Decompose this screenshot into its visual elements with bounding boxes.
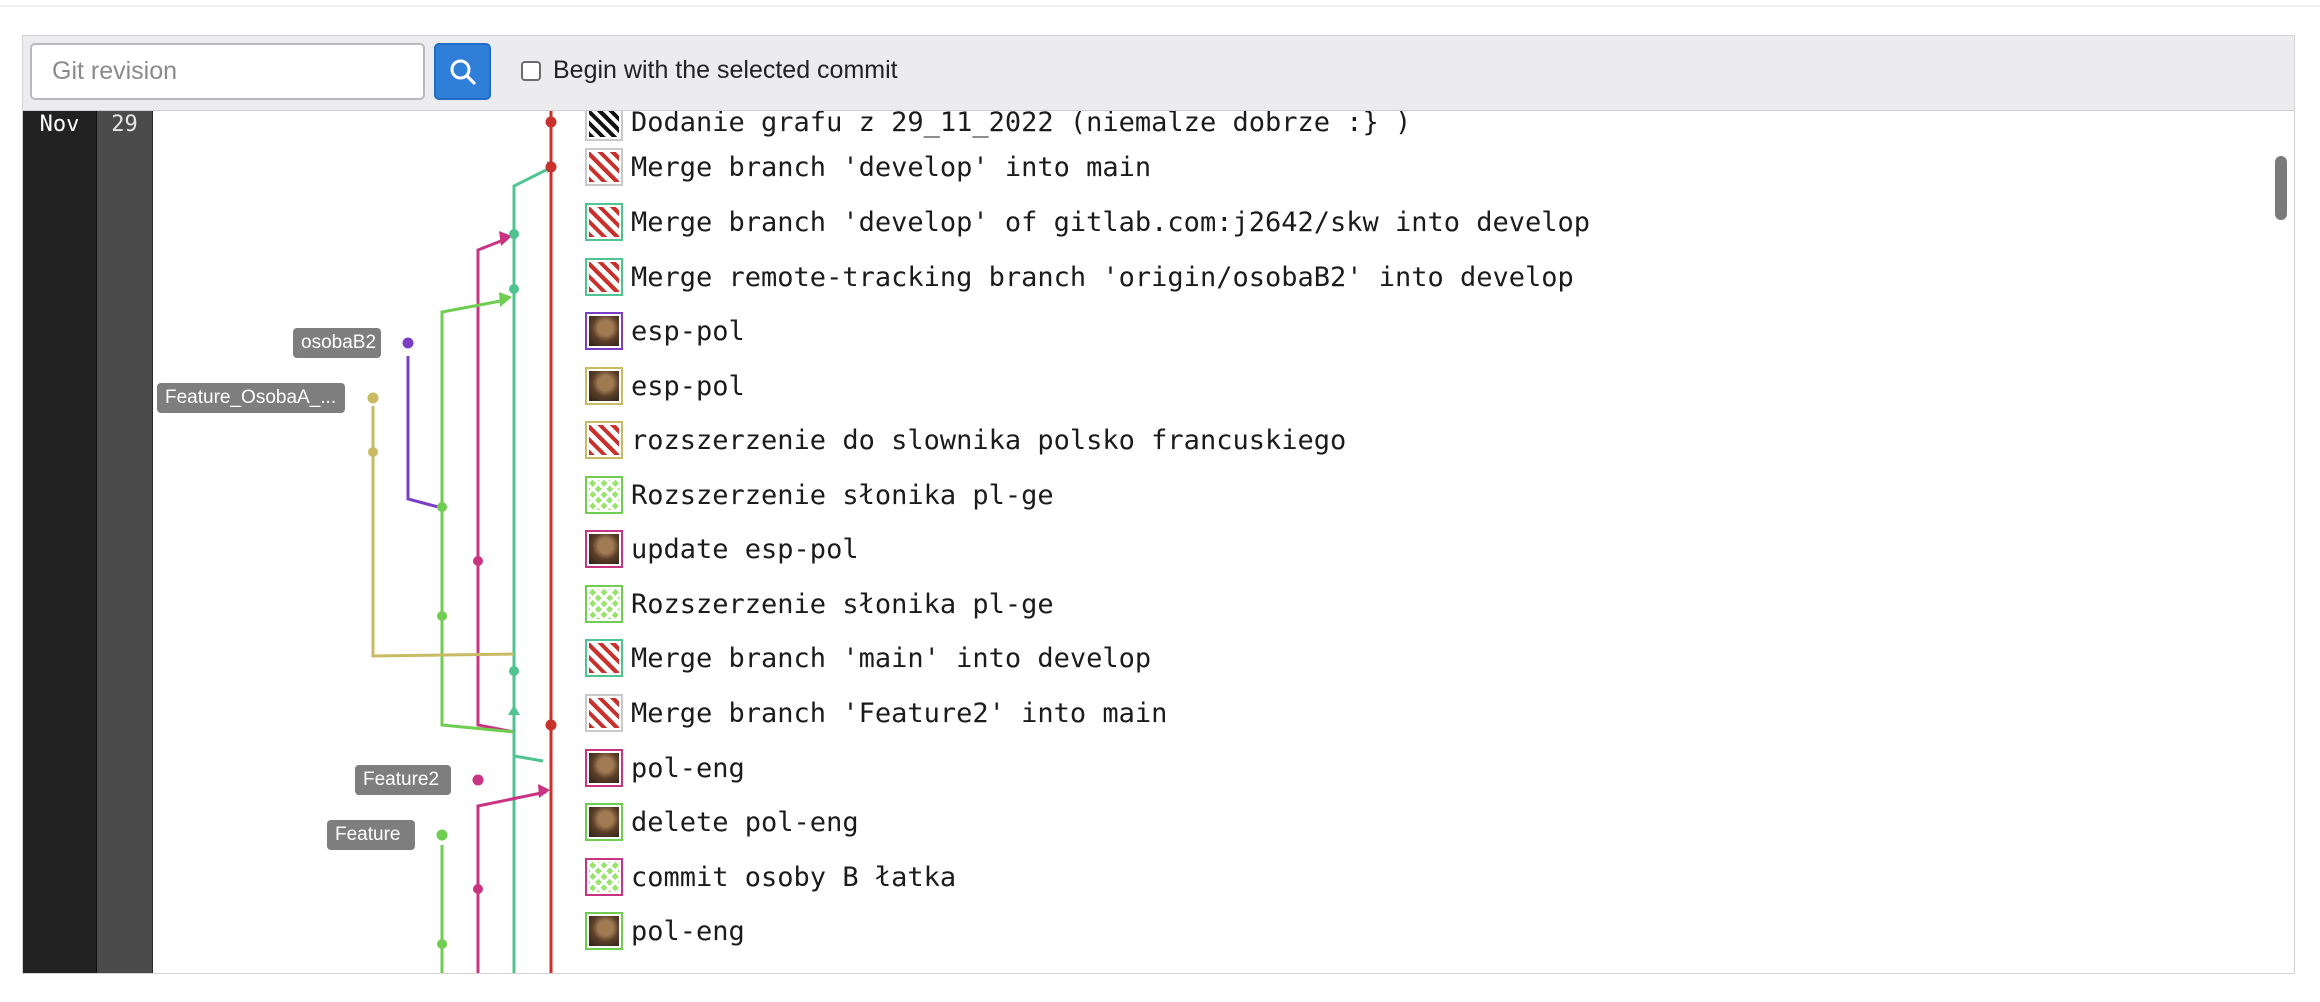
commit-graph-panel: Begin with the selected commit Nov 29: [22, 35, 2295, 974]
commit-dot: [402, 337, 414, 349]
commit-dot: [545, 116, 557, 128]
commit-message: Merge branch 'develop' of gitlab.com:j26…: [631, 206, 1591, 238]
commit-row[interactable]: pol-eng: [585, 904, 745, 958]
commit-message: esp-pol: [631, 315, 745, 347]
commit-message: pol-eng: [631, 915, 745, 947]
commit-dot: [509, 666, 519, 676]
author-avatar: [585, 912, 623, 950]
commit-row[interactable]: esp-pol: [585, 304, 745, 358]
commit-row[interactable]: Rozszerzenie słonika pl-ge: [585, 468, 1054, 522]
arrow-green: [499, 292, 512, 307]
commit-message: rozszerzenie do slownika polsko francusk…: [631, 424, 1347, 456]
branch-tag-osobab2[interactable]: osobaB2: [293, 328, 381, 358]
branch-graph: [367, 111, 557, 973]
commit-row[interactable]: rozszerzenie do slownika polsko francusk…: [585, 413, 1346, 467]
author-avatar: [585, 530, 623, 568]
commit-message: Merge remote-tracking branch 'origin/oso…: [631, 261, 1574, 293]
arrow-feature2: [538, 784, 550, 798]
commit-dot: [472, 774, 484, 786]
vertical-scrollbar-thumb[interactable]: [2275, 156, 2287, 220]
commit-message: Merge branch 'Feature2' into main: [631, 697, 1168, 729]
commit-dot: [368, 447, 378, 457]
toolbar: Begin with the selected commit: [23, 36, 2294, 111]
author-avatar: [585, 258, 623, 296]
commit-dot: [473, 884, 483, 894]
commit-dot: [509, 284, 519, 294]
arrow-main-develop: [508, 705, 520, 715]
commit-row[interactable]: Rozszerzenie słonika pl-ge: [585, 577, 1054, 631]
branch-tag-feature[interactable]: Feature: [327, 820, 415, 850]
commit-dot: [545, 719, 557, 731]
commit-dot: [437, 939, 447, 949]
commit-dot: [437, 502, 447, 512]
author-avatar: [585, 148, 623, 186]
commit-message: Dodanie grafu z 29_11_2022 (niemalze dob…: [631, 111, 1412, 138]
commit-row[interactable]: Merge remote-tracking branch 'origin/oso…: [585, 250, 1574, 304]
commit-row[interactable]: update esp-pol: [585, 522, 859, 576]
top-divider: [0, 5, 2320, 7]
branch-line-magenta: [476, 237, 515, 734]
commit-message: Merge branch 'main' into develop: [631, 642, 1152, 674]
author-avatar: [585, 858, 623, 896]
commit-row[interactable]: commit osoby B łatka: [585, 850, 956, 904]
commit-message: update esp-pol: [631, 533, 859, 565]
commit-row[interactable]: Merge branch 'develop' of gitlab.com:j26…: [585, 195, 1590, 249]
branch-line-feature2: [476, 790, 547, 973]
commit-message: commit osoby B łatka: [631, 861, 957, 893]
commit-list-area: Nov 29 osobaB2 Feature_OsobaA_... Featur…: [23, 111, 2294, 973]
branch-line-osobab2: [406, 356, 443, 510]
commit-message: esp-pol: [631, 370, 745, 402]
search-icon: [450, 59, 476, 85]
commit-row[interactable]: pol-eng: [585, 741, 745, 795]
author-avatar: [585, 312, 623, 350]
commit-row[interactable]: Merge branch 'Feature2' into main: [585, 686, 1167, 740]
merge-line-main-develop: [512, 751, 544, 763]
commit-row[interactable]: delete pol-eng: [585, 795, 859, 849]
commit-row[interactable]: Merge branch 'develop' into main: [585, 140, 1151, 194]
commit-dot: [437, 611, 447, 621]
commit-dot: [545, 161, 557, 173]
merge-line-develop-main: [512, 166, 551, 192]
commit-dot: [367, 392, 379, 404]
author-avatar: [585, 585, 623, 623]
commit-message: delete pol-eng: [631, 806, 859, 838]
commit-dot: [473, 556, 483, 566]
author-avatar: [585, 476, 623, 514]
author-avatar: [585, 639, 623, 677]
author-avatar: [585, 203, 623, 241]
commit-message: Rozszerzenie słonika pl-ge: [631, 479, 1054, 511]
author-avatar: [585, 367, 623, 405]
branch-tag-feature-osobaa[interactable]: Feature_OsobaA_...: [157, 383, 345, 413]
commit-dot: [509, 229, 519, 239]
author-avatar: [585, 111, 623, 141]
search-button[interactable]: [434, 43, 491, 100]
commit-message: pol-eng: [631, 752, 745, 784]
commit-row[interactable]: esp-pol: [585, 359, 745, 413]
commit-message: Rozszerzenie słonika pl-ge: [631, 588, 1054, 620]
begin-with-selected-checkbox[interactable]: [521, 60, 541, 81]
commit-row[interactable]: Merge branch 'main' into develop: [585, 631, 1151, 685]
git-revision-input[interactable]: [30, 43, 425, 100]
author-avatar: [585, 421, 623, 459]
begin-with-selected-label: Begin with the selected commit: [553, 56, 898, 84]
begin-with-selected-option[interactable]: Begin with the selected commit: [521, 56, 898, 85]
author-avatar: [585, 694, 623, 732]
author-avatar: [585, 749, 623, 787]
branch-tag-feature2[interactable]: Feature2: [355, 765, 451, 795]
commit-message: Merge branch 'develop' into main: [631, 151, 1152, 183]
author-avatar: [585, 803, 623, 841]
commit-dot: [436, 829, 448, 841]
